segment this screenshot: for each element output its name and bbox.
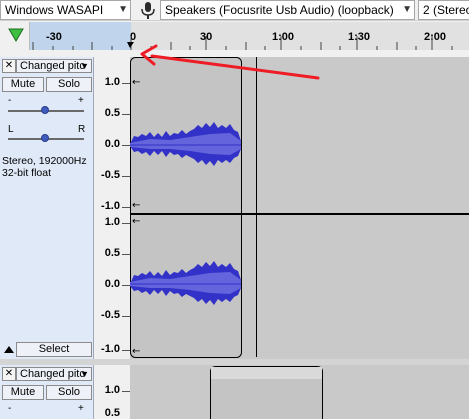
scale-tick [122,316,130,317]
track-control-panel: ✕ Changed pitc ▼ Mute Solo - + L R Stere… [0,57,94,359]
chevron-down-icon: ▼ [80,61,89,71]
gain-minus-label: - [8,403,12,414]
scale-tick [122,114,130,115]
cursor-line [256,57,257,357]
chevron-down-icon: ▼ [118,4,128,15]
audio-host-select[interactable]: Windows WASAPI ▼ [0,0,131,20]
gain-plus-label: + [78,403,84,414]
channels-select[interactable]: 2 (Stereo [418,0,469,20]
mute-button[interactable]: Mute [2,385,44,400]
scale-tick [122,254,130,255]
scale-label: 1.0 [104,216,120,228]
scale-tick [122,223,130,224]
scale-tick [122,207,130,208]
close-icon[interactable]: ✕ [2,59,16,73]
scale-tick [122,391,130,392]
svg-text:←: ← [132,346,140,357]
channels-value: 2 (Stereo [423,3,469,17]
scale-label: 0.0 [104,278,120,290]
select-button[interactable]: Select [16,342,92,357]
gain-slider-knob[interactable] [41,106,49,114]
scale-label: -0.5 [101,309,120,321]
track-name-menu[interactable]: Changed pitc ▼ [16,367,92,381]
scale-tick [122,285,130,286]
solo-button[interactable]: Solo [46,385,92,400]
pan-left-label: L [8,124,14,135]
solo-button[interactable]: Solo [46,77,92,92]
pan-slider-knob[interactable] [41,134,49,142]
scale-label: -1.0 [101,343,120,355]
microphone-icon [141,2,155,19]
track-format-line: 32-bit float [2,167,52,179]
track-name: Changed pitc [20,60,85,72]
scale-tick [122,350,130,351]
scale-label: -1.0 [101,200,120,212]
pan-right-label: R [78,124,86,135]
recording-device-select[interactable]: Speakers (Focusrite Usb Audio) (loopback… [160,0,415,20]
gain-minus-label: - [8,95,12,106]
scale-label: 0.5 [104,247,120,259]
scale-tick [122,145,130,146]
collapse-icon[interactable] [3,344,15,354]
audio-clip[interactable]: ← ← ← ← [130,57,243,359]
svg-text:←: ← [132,216,140,227]
close-icon[interactable]: ✕ [2,367,16,381]
annotation-arrow [140,44,320,80]
scale-label: 0.5 [104,107,120,119]
svg-text:←: ← [132,200,140,211]
scale-label: 1.0 [104,76,120,88]
track-info: Stereo, 192000Hz 32-bit float [2,155,87,179]
scale-label: 0.5 [104,407,120,419]
green-triangle-icon[interactable] [8,28,24,42]
timeline-left-panel [0,22,30,50]
scale-label: -0.5 [101,169,120,181]
scale-label: 0.0 [104,138,120,150]
chevron-down-icon: ▼ [80,369,89,379]
mute-button[interactable]: Mute [2,77,44,92]
audio-clip[interactable] [210,366,324,419]
track-name-menu[interactable]: Changed pitc ▼ [16,59,92,73]
track-vertical-scale: 1.0 0.5 0.0 -0.5 -1.0 1.0 0.5 0.0 -0.5 -… [95,57,130,359]
track-name: Changed pitc [20,368,85,380]
scale-tick [122,176,130,177]
track-format-line: Stereo, 192000Hz [2,155,87,167]
audio-host-value: Windows WASAPI [5,3,104,17]
track-control-panel: ✕ Changed pitc ▼ Mute Solo - + [0,365,94,419]
chevron-down-icon: ▼ [402,4,412,15]
recording-device-value: Speakers (Focusrite Usb Audio) (loopback… [165,3,394,17]
track-vertical-scale: 1.0 0.5 [95,365,130,419]
scale-label: 1.0 [104,384,120,396]
gain-plus-label: + [78,95,84,106]
scale-tick [122,83,130,84]
